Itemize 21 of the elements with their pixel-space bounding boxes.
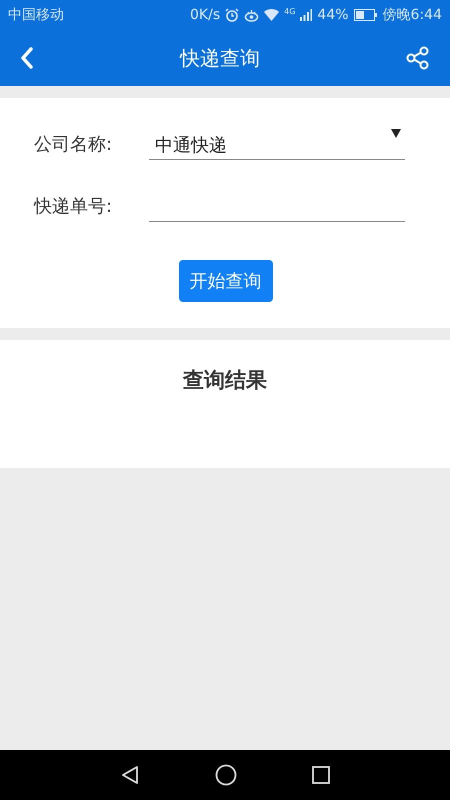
dropdown-caret-icon [391,129,401,138]
home-icon[interactable] [215,764,237,786]
share-icon[interactable] [406,46,430,70]
signal-icon [300,9,312,21]
result-heading: 查询结果 [183,367,267,394]
search-button[interactable]: 开始查询 [178,260,272,302]
eye-icon [244,8,260,22]
alarm-icon [225,8,240,22]
recent-apps-icon[interactable] [312,766,330,784]
back-icon[interactable] [120,765,140,785]
carrier-name: 中国移动 [8,6,64,24]
wifi-icon [264,9,280,21]
network-type: 4G [284,7,296,16]
field-label: 快递单号: [34,195,114,219]
company-select[interactable]: 中通快递 [149,129,405,160]
battery-icon [354,9,378,21]
page-title: 快递查询 [180,44,260,72]
field-label: 公司名称: [34,133,114,157]
network-speed: 0K/s [190,7,220,23]
battery-percent: 44% [317,7,349,23]
clock-time: 傍晚6:44 [382,6,442,24]
